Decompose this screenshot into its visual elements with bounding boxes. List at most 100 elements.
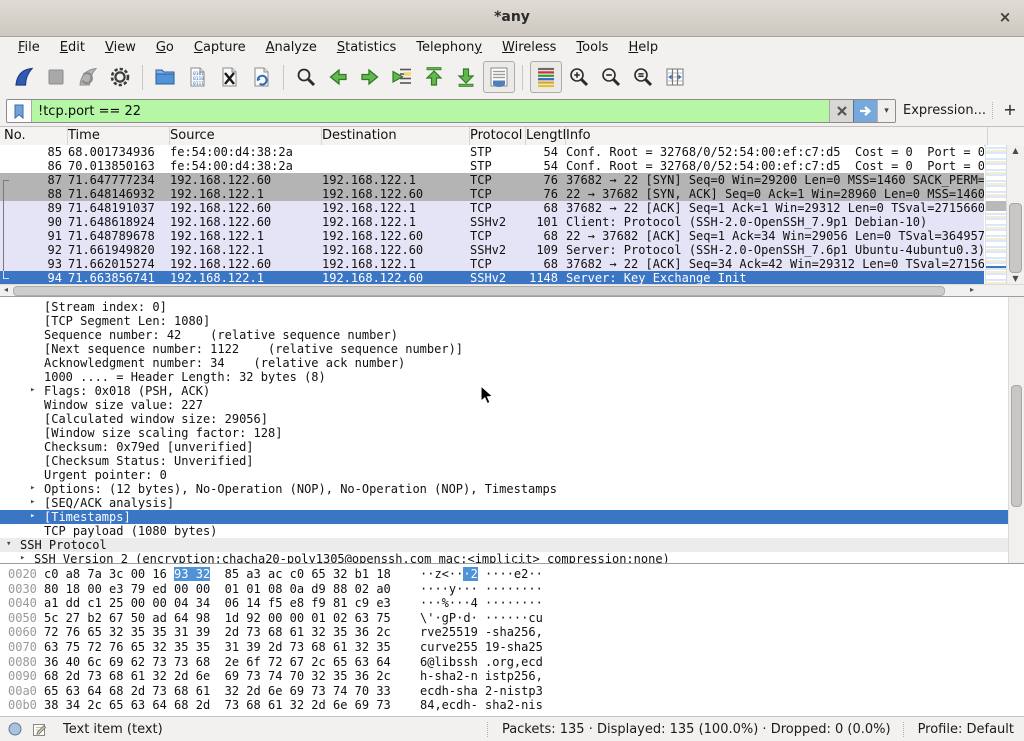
- hex-row-0070[interactable]: 007063 75 72 76 65 32 35 35 31 39 2d 73 …: [0, 640, 1024, 655]
- menu-wireless[interactable]: Wireless: [492, 38, 566, 58]
- stop-capture-button[interactable]: [41, 62, 71, 92]
- packet-row-90[interactable]: 9071.648618924192.168.122.60192.168.122.…: [0, 215, 984, 229]
- detail-line[interactable]: Window size value: 227: [0, 398, 1008, 412]
- detail-line[interactable]: [Next sequence number: 1122 (relative se…: [0, 342, 1008, 356]
- packet-list-horizontal-scrollbar[interactable]: ◂ ▸: [0, 284, 1024, 296]
- expert-info-icon[interactable]: [8, 722, 22, 736]
- menu-telephony[interactable]: Telephony: [406, 38, 492, 58]
- close-file-button[interactable]: [214, 62, 244, 92]
- packet-row-91[interactable]: 9171.648789678192.168.122.1192.168.122.6…: [0, 229, 984, 243]
- menu-view[interactable]: View: [95, 38, 146, 58]
- find-packet-button[interactable]: [291, 62, 321, 92]
- start-capture-button[interactable]: [9, 62, 39, 92]
- packet-row-85[interactable]: 8568.001734936fe:54:00:d4:38:2aSTP54Conf…: [0, 145, 984, 159]
- column-header-time[interactable]: Time: [64, 127, 170, 145]
- detail-line[interactable]: ▸[Timestamps]: [0, 510, 1008, 524]
- menu-go[interactable]: Go: [146, 38, 184, 58]
- hex-row-00a0[interactable]: 00a065 63 64 68 2d 73 68 61 32 2d 6e 69 …: [0, 684, 1024, 699]
- detail-line[interactable]: [Checksum Status: Unverified]: [0, 454, 1008, 468]
- detail-line[interactable]: Sequence number: 42 (relative sequence n…: [0, 328, 1008, 342]
- hex-row-0030[interactable]: 003080 18 00 e3 79 ed 00 00 01 01 08 0a …: [0, 582, 1024, 597]
- detail-line[interactable]: ▸Options: (12 bytes), No-Operation (NOP)…: [0, 482, 1008, 496]
- detail-line[interactable]: ▸[SEQ/ACK analysis]: [0, 496, 1008, 510]
- detail-line[interactable]: [Window size scaling factor: 128]: [0, 426, 1008, 440]
- zoom-in-button[interactable]: [564, 62, 594, 92]
- detail-line[interactable]: [Stream index: 0]: [0, 300, 1008, 314]
- go-forward-button[interactable]: [355, 62, 385, 92]
- filter-bookmark-button[interactable]: [7, 100, 32, 122]
- column-header-source[interactable]: Source: [166, 127, 322, 145]
- add-filter-button[interactable]: +: [1001, 100, 1019, 119]
- zoom-out-button[interactable]: [596, 62, 626, 92]
- intelligent-scrollbar-minimap[interactable]: [985, 145, 1007, 285]
- scrollbar-thumb[interactable]: [1009, 203, 1022, 273]
- collapsed-arrow-icon[interactable]: ▸: [30, 385, 35, 395]
- packet-list-vertical-scrollbar[interactable]: ▲ ▼: [1006, 145, 1024, 285]
- detail-line[interactable]: 1000 .... = Header Length: 32 bytes (8): [0, 370, 1008, 384]
- menu-help[interactable]: Help: [618, 38, 668, 58]
- profile-selector[interactable]: Profile: Default: [903, 722, 1024, 737]
- colorize-button[interactable]: [530, 61, 562, 93]
- go-first-button[interactable]: [419, 62, 449, 92]
- packet-row-87[interactable]: 8771.647777234192.168.122.60192.168.122.…: [0, 173, 984, 187]
- collapsed-arrow-icon[interactable]: ▸: [30, 511, 35, 521]
- capture-options-button[interactable]: [105, 62, 135, 92]
- display-filter-input[interactable]: [32, 100, 829, 122]
- detail-line[interactable]: TCP payload (1080 bytes): [0, 524, 1008, 538]
- detail-line[interactable]: [TCP Segment Len: 1080]: [0, 314, 1008, 328]
- save-file-button[interactable]: 010101100111: [182, 62, 212, 92]
- detail-line[interactable]: ▾SSH Protocol: [0, 538, 1008, 552]
- scrollbar-thumb[interactable]: [13, 286, 945, 296]
- menu-edit[interactable]: Edit: [50, 38, 95, 58]
- menu-analyze[interactable]: Analyze: [256, 38, 327, 58]
- close-window-button[interactable]: ×: [995, 8, 1015, 28]
- packet-row-92[interactable]: 9271.661949820192.168.122.1192.168.122.6…: [0, 243, 984, 257]
- menu-file[interactable]: File: [8, 38, 50, 58]
- column-header-no[interactable]: No.: [0, 127, 68, 145]
- filter-apply-button[interactable]: [853, 100, 877, 122]
- expression-button[interactable]: Expression...: [903, 103, 986, 118]
- collapsed-arrow-icon[interactable]: ▸: [30, 497, 35, 507]
- open-file-button[interactable]: [150, 62, 180, 92]
- packet-row-93[interactable]: 9371.662015274192.168.122.60192.168.122.…: [0, 257, 984, 271]
- detail-vertical-scrollbar[interactable]: [1008, 297, 1024, 563]
- zoom-reset-button[interactable]: [628, 62, 658, 92]
- collapsed-arrow-icon[interactable]: ▸: [20, 553, 25, 563]
- hex-row-0040[interactable]: 0040a1 dd c1 25 00 00 04 34 06 14 f5 e8 …: [0, 596, 1024, 611]
- resize-columns-button[interactable]: [660, 62, 690, 92]
- hex-row-0050[interactable]: 00505c 27 b2 67 50 ad 64 98 1d 92 00 00 …: [0, 611, 1024, 626]
- scroll-up-icon[interactable]: ▲: [1007, 145, 1024, 157]
- expanded-arrow-icon[interactable]: ▾: [6, 539, 11, 549]
- packet-row-86[interactable]: 8670.013850163fe:54:00:d4:38:2aSTP54Conf…: [0, 159, 984, 173]
- column-header-info[interactable]: Info: [562, 127, 988, 145]
- reload-file-button[interactable]: [246, 62, 276, 92]
- detail-line[interactable]: [Calculated window size: 29056]: [0, 412, 1008, 426]
- detail-line[interactable]: Acknowledgment number: 34 (relative ack …: [0, 356, 1008, 370]
- menu-tools[interactable]: Tools: [566, 38, 618, 58]
- filter-history-dropdown[interactable]: ▾: [877, 100, 895, 122]
- packet-row-94[interactable]: 9471.663856741192.168.122.1192.168.122.6…: [0, 271, 984, 285]
- column-header-length[interactable]: Length: [522, 127, 566, 145]
- scroll-right-icon[interactable]: ▸: [966, 285, 978, 296]
- scroll-left-icon[interactable]: ◂: [0, 285, 12, 296]
- packet-row-88[interactable]: 8871.648146932192.168.122.1192.168.122.6…: [0, 187, 984, 201]
- column-header-destination[interactable]: Destination: [318, 127, 470, 145]
- menu-statistics[interactable]: Statistics: [327, 38, 406, 58]
- detail-line[interactable]: Urgent pointer: 0: [0, 468, 1008, 482]
- go-back-button[interactable]: [323, 62, 353, 92]
- hex-row-00b0[interactable]: 00b038 34 2c 65 63 64 68 2d 73 68 61 32 …: [0, 698, 1024, 713]
- menu-capture[interactable]: Capture: [184, 38, 256, 58]
- hex-row-0020[interactable]: 0020c0 a8 7a 3c 00 16 93 32 85 a3 ac c0 …: [0, 567, 1024, 582]
- go-to-packet-button[interactable]: [387, 62, 417, 92]
- auto-scroll-button[interactable]: [483, 61, 515, 93]
- hex-row-0080[interactable]: 008036 40 6c 69 62 73 73 68 2e 6f 72 67 …: [0, 655, 1024, 670]
- detail-line[interactable]: Checksum: 0x79ed [unverified]: [0, 440, 1008, 454]
- capture-comment-icon[interactable]: [32, 722, 47, 737]
- scrollbar-thumb[interactable]: [1011, 385, 1022, 507]
- column-header-protocol[interactable]: Protocol: [466, 127, 526, 145]
- hex-row-0090[interactable]: 009068 2d 73 68 61 32 2d 6e 69 73 74 70 …: [0, 669, 1024, 684]
- restart-capture-button[interactable]: [73, 62, 103, 92]
- detail-line[interactable]: ▸Flags: 0x018 (PSH, ACK): [0, 384, 1008, 398]
- packet-row-89[interactable]: 8971.648191037192.168.122.60192.168.122.…: [0, 201, 984, 215]
- filter-clear-button[interactable]: [829, 100, 853, 122]
